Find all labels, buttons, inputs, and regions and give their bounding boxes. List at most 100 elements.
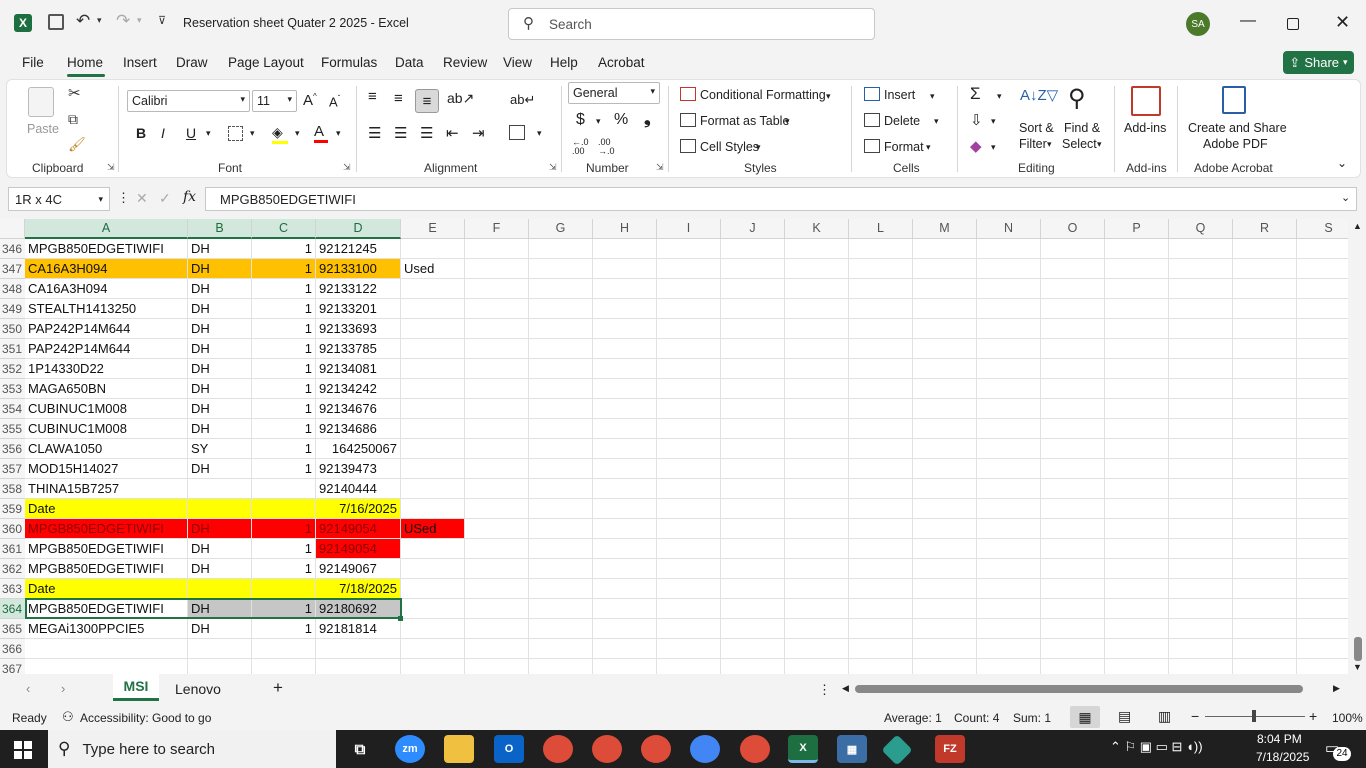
empty-cell[interactable] [1297,419,1348,439]
select-all-corner[interactable] [0,219,25,239]
empty-cell[interactable] [1169,659,1233,674]
row-header[interactable]: 358 [0,479,25,499]
cell-c358[interactable] [252,479,316,499]
empty-cell[interactable] [1041,639,1105,659]
cell-a349[interactable]: STEALTH1413250 [25,299,188,319]
cell-styles-icon[interactable] [680,139,696,153]
empty-cell[interactable] [1105,659,1169,674]
row-header[interactable]: 350 [0,319,25,339]
empty-cell[interactable] [721,359,785,379]
empty-cell[interactable] [977,539,1041,559]
system-tray-icons[interactable]: ⌃ ⚐ ▣ ▭ ⊟ ◖)) [1110,739,1203,755]
empty-cell[interactable] [529,419,593,439]
zoom-level[interactable]: 100% [1332,711,1363,725]
align-center-icon[interactable]: ☰ [394,124,407,142]
empty-cell[interactable] [529,659,593,674]
cell-c351[interactable]: 1 [252,339,316,359]
chevron-down-icon[interactable]: ▾ [295,128,300,139]
empty-cell[interactable] [977,419,1041,439]
empty-cell[interactable] [1105,419,1169,439]
sort-filter-icon[interactable]: A↓Z▽ [1020,86,1058,104]
empty-cell[interactable] [1233,339,1297,359]
empty-cell[interactable] [785,539,849,559]
empty-cell[interactable] [1169,639,1233,659]
empty-cell[interactable] [1169,459,1233,479]
empty-cell[interactable] [849,299,913,319]
cell-c350[interactable]: 1 [252,319,316,339]
empty-cell[interactable] [1297,519,1348,539]
empty-cell[interactable] [721,519,785,539]
empty-cell[interactable] [529,579,593,599]
cell-b357[interactable]: DH [188,459,252,479]
cell-e353[interactable] [401,379,465,399]
empty-cell[interactable] [1169,479,1233,499]
empty-cell[interactable] [529,379,593,399]
empty-cell[interactable] [1105,639,1169,659]
cell-a348[interactable]: CA16A3H094 [25,279,188,299]
merge-center-icon[interactable] [509,125,525,140]
empty-cell[interactable] [785,559,849,579]
chevron-down-icon[interactable]: ▾ [991,116,996,127]
cell-b354[interactable]: DH [188,399,252,419]
empty-cell[interactable] [977,479,1041,499]
menu-draw[interactable]: Draw [176,55,208,70]
cell-c353[interactable]: 1 [252,379,316,399]
empty-cell[interactable] [785,279,849,299]
cell-c362[interactable]: 1 [252,559,316,579]
page-break-view-icon[interactable]: ▥ [1158,708,1171,725]
empty-cell[interactable] [849,619,913,639]
calculator-icon[interactable]: ▦ [837,735,867,763]
empty-cell[interactable] [977,599,1041,619]
empty-cell[interactable] [1105,299,1169,319]
accessibility-status[interactable]: Accessibility: Good to go [80,711,211,725]
cell-a363[interactable]: Date [25,579,188,599]
cell-e348[interactable] [401,279,465,299]
cell-b350[interactable]: DH [188,319,252,339]
fill-handle[interactable] [398,616,403,621]
empty-cell[interactable] [1297,399,1348,419]
empty-cell[interactable] [785,379,849,399]
empty-cell[interactable] [593,479,657,499]
cell-c361[interactable]: 1 [252,539,316,559]
empty-cell[interactable] [1233,659,1297,674]
cell-e358[interactable] [401,479,465,499]
align-right-icon[interactable]: ☰ [420,124,433,142]
empty-cell[interactable] [1105,399,1169,419]
conditional-formatting-icon[interactable] [680,87,696,101]
cell-d356[interactable]: 164250067 [316,439,401,459]
empty-cell[interactable] [721,379,785,399]
empty-cell[interactable] [849,519,913,539]
empty-cell[interactable] [785,439,849,459]
cell-c365[interactable]: 1 [252,619,316,639]
hscroll-right-icon[interactable]: ▶ [1333,683,1340,694]
empty-cell[interactable] [785,239,849,259]
dialog-launcher-icon[interactable]: ⇲ [656,162,664,173]
add-ins-button[interactable]: Add-ins [1124,121,1166,135]
empty-cell[interactable] [465,559,529,579]
empty-cell[interactable] [465,539,529,559]
empty-cell[interactable] [1041,519,1105,539]
empty-cell[interactable] [849,419,913,439]
empty-cell[interactable] [1233,479,1297,499]
empty-cell[interactable] [1169,499,1233,519]
cell-d357[interactable]: 92139473 [316,459,401,479]
empty-cell[interactable] [1169,599,1233,619]
filezilla-icon[interactable]: FZ [935,735,965,763]
empty-cell[interactable] [977,399,1041,419]
cell-e362[interactable] [401,559,465,579]
cell-a358[interactable]: THINA15B7257 [25,479,188,499]
empty-cell[interactable] [593,279,657,299]
cell-d354[interactable]: 92134676 [316,399,401,419]
zoom-out-icon[interactable]: − [1191,708,1199,724]
empty-cell[interactable] [785,339,849,359]
format-as-table-button[interactable]: Format as Table [700,114,789,128]
empty-cell[interactable] [1041,419,1105,439]
zoom-app-icon[interactable]: zm [395,735,425,763]
empty-cell[interactable] [913,539,977,559]
empty-cell[interactable] [1169,359,1233,379]
fill-color-icon[interactable]: ◈ [272,124,288,144]
chevron-down-icon[interactable]: ▾ [596,116,601,127]
column-header-c[interactable]: C [252,219,316,239]
empty-cell[interactable] [657,399,721,419]
empty-cell[interactable] [593,599,657,619]
